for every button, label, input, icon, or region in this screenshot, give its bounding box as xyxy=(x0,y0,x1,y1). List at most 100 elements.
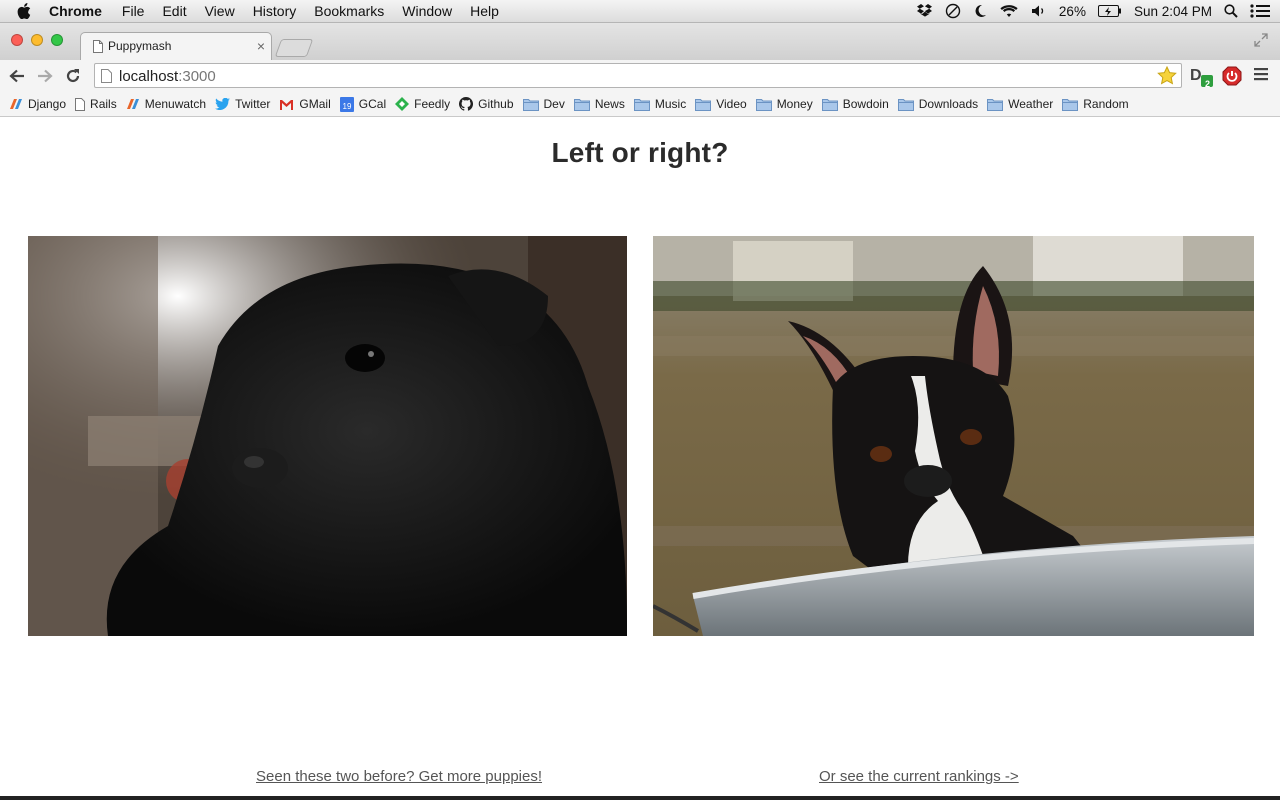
minimize-window-button[interactable] xyxy=(31,34,43,46)
folder-icon xyxy=(1062,98,1079,111)
bookmark-label: Video xyxy=(716,97,747,111)
bookmark-video[interactable]: Video xyxy=(695,97,747,111)
bookmark-bowdoin[interactable]: Bowdoin xyxy=(821,97,889,111)
menuwatch-logo-icon xyxy=(126,98,140,110)
bookmark-star-icon[interactable] xyxy=(1157,65,1177,90)
folder-icon xyxy=(633,98,650,111)
tab-strip: Puppymash × xyxy=(0,23,1280,60)
right-puppy-photo[interactable] xyxy=(653,236,1254,636)
notification-center-icon[interactable] xyxy=(1250,4,1270,18)
bookmark-weather[interactable]: Weather xyxy=(987,97,1053,111)
volume-icon[interactable] xyxy=(1031,4,1047,18)
browser-toolbar: localhost:3000 D 2 xyxy=(0,60,1280,92)
time-machine-icon[interactable] xyxy=(945,3,961,19)
extension-badge: 2 xyxy=(1205,79,1211,89)
bookmark-label: Rails xyxy=(90,97,117,111)
clock[interactable]: Sun 2:04 PM xyxy=(1134,4,1212,19)
fullscreen-icon[interactable] xyxy=(1254,33,1268,52)
left-puppy-photo[interactable] xyxy=(28,236,627,636)
close-window-button[interactable] xyxy=(11,34,23,46)
bookmark-label: Menuwatch xyxy=(144,97,207,111)
bookmark-menuwatch[interactable]: Menuwatch xyxy=(126,97,206,111)
bookmark-label: Downloads xyxy=(918,97,979,111)
apple-menu-icon[interactable] xyxy=(17,3,37,19)
back-arrow-icon[interactable] xyxy=(7,66,27,86)
bookmark-label: Bowdoin xyxy=(842,97,889,111)
twitter-bird-icon xyxy=(215,98,231,110)
bookmark-gcal[interactable]: 19 GCal xyxy=(339,96,387,112)
page-icon xyxy=(75,97,86,111)
svg-text:D: D xyxy=(1190,67,1202,84)
page-icon xyxy=(93,40,103,58)
menu-window[interactable]: Window xyxy=(402,3,452,19)
battery-percent: 26% xyxy=(1058,3,1086,19)
bookmark-music[interactable]: Music xyxy=(633,97,687,111)
bookmark-label: Feedly xyxy=(414,97,451,111)
bookmark-downloads[interactable]: Downloads xyxy=(897,97,979,111)
folder-icon xyxy=(695,98,712,111)
bookmark-twitter[interactable]: Twitter xyxy=(215,97,270,111)
folder-icon xyxy=(522,98,539,111)
menuwatch-logo-icon xyxy=(9,98,23,110)
get-more-puppies-link[interactable]: Seen these two before? Get more puppies! xyxy=(256,768,542,785)
folder-icon xyxy=(897,98,914,111)
menu-app-chrome[interactable]: Chrome xyxy=(49,3,102,19)
bookmark-dev[interactable]: Dev xyxy=(522,97,565,111)
menu-help[interactable]: Help xyxy=(470,3,499,19)
reload-icon[interactable] xyxy=(63,66,83,86)
dropbox-icon[interactable] xyxy=(916,4,933,18)
folder-icon xyxy=(755,98,772,111)
menu-file[interactable]: File xyxy=(122,3,145,19)
wifi-icon[interactable] xyxy=(999,4,1019,18)
menu-history[interactable]: History xyxy=(253,3,297,19)
forward-arrow-icon[interactable] xyxy=(35,66,55,86)
bookmark-label: Music xyxy=(654,97,687,111)
feedly-icon xyxy=(395,97,410,111)
svg-text:19: 19 xyxy=(342,102,351,111)
menu-bookmarks[interactable]: Bookmarks xyxy=(314,3,384,19)
bookmark-label: Github xyxy=(478,97,514,111)
page-content: Left or right? Seen these two before? Ge… xyxy=(0,117,1280,796)
moon-icon[interactable] xyxy=(973,4,987,18)
zoom-window-button[interactable] xyxy=(51,34,63,46)
calendar-icon: 19 xyxy=(339,96,354,112)
bookmark-money[interactable]: Money xyxy=(755,97,813,111)
address-bar[interactable]: localhost:3000 xyxy=(94,63,1182,88)
folder-icon xyxy=(573,98,590,111)
extension-d-icon[interactable]: D xyxy=(1190,64,1214,93)
tab-puppymash[interactable]: Puppymash × xyxy=(80,32,272,60)
bookmark-gmail[interactable]: GMail xyxy=(279,97,331,111)
current-rankings-link[interactable]: Or see the current rankings -> xyxy=(819,768,1019,785)
menu-edit[interactable]: Edit xyxy=(162,3,186,19)
bookmark-label: GMail xyxy=(299,97,331,111)
window-bottom-edge xyxy=(0,796,1280,800)
bookmark-news[interactable]: News xyxy=(573,97,625,111)
bookmarks-bar: Django Rails Menuwatch Twitter GMail 19 GCal Fe… xyxy=(0,92,1280,117)
spotlight-search-icon[interactable] xyxy=(1224,4,1238,18)
page-heading: Left or right? xyxy=(551,137,729,168)
bookmark-github[interactable]: Github xyxy=(459,97,514,111)
battery-icon[interactable] xyxy=(1097,5,1122,17)
tab-title: Puppymash xyxy=(108,39,172,53)
bookmark-label: GCal xyxy=(358,97,387,111)
new-tab-button[interactable] xyxy=(274,39,314,57)
bookmark-rails[interactable]: Rails xyxy=(75,97,117,111)
mac-menu-bar: Chrome File Edit View History Bookmarks … xyxy=(0,0,1280,23)
page-info-icon[interactable] xyxy=(101,69,112,88)
github-octocat-icon xyxy=(459,97,474,111)
bookmark-label: Weather xyxy=(1008,97,1054,111)
gmail-icon xyxy=(279,99,294,110)
menu-view[interactable]: View xyxy=(205,3,235,19)
bookmark-feedly[interactable]: Feedly xyxy=(395,97,450,111)
bookmark-label: Twitter xyxy=(235,97,271,111)
adblock-stop-icon[interactable] xyxy=(1222,66,1242,91)
folder-icon xyxy=(987,98,1004,111)
bookmark-label: Django xyxy=(28,97,67,111)
chrome-menu-icon[interactable] xyxy=(1254,67,1268,86)
close-tab-icon[interactable]: × xyxy=(257,37,265,55)
bookmark-label: Money xyxy=(776,97,813,111)
bookmark-label: Random xyxy=(1083,97,1129,111)
bookmark-label: Dev xyxy=(543,97,565,111)
bookmark-random[interactable]: Random xyxy=(1062,97,1129,111)
bookmark-django[interactable]: Django xyxy=(9,97,66,111)
